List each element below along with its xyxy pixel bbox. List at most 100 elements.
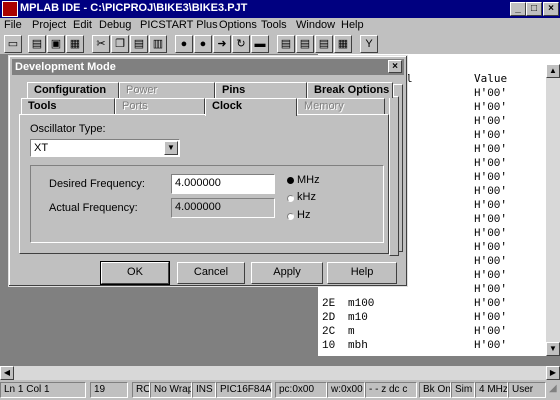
watch-row[interactable]: 2C m H'00' (318, 326, 546, 340)
watch-value: H'00' (474, 228, 508, 240)
watch-row[interactable]: 2E m100 H'00' (318, 298, 546, 312)
status-device: PIC16F84A (216, 382, 272, 398)
radio-hz-icon[interactable] (287, 213, 294, 220)
save-icon[interactable]: ▣ (47, 35, 65, 53)
window-title: MPLAB IDE - C:\PICPROJ\BIKE3\BIKE3.PJT (20, 2, 248, 14)
cut-icon[interactable]: ✂ (92, 35, 110, 53)
minimize-button[interactable]: _ (510, 2, 526, 16)
menu-help[interactable]: Help (341, 19, 364, 31)
save-all-icon[interactable]: ▦ (66, 35, 84, 53)
watch-value: H'00' (474, 186, 508, 198)
status-pc: pc:0x00 (275, 382, 327, 398)
tab-power[interactable]: Power (119, 82, 215, 98)
status-count: 19 (90, 382, 128, 398)
status-sim: Sim (451, 382, 475, 398)
oscillator-type-label: Oscillator Type: (30, 123, 106, 135)
watch-value: H'00' (474, 284, 508, 296)
menu-debug[interactable]: Debug (99, 19, 131, 31)
watch-value: H'00' (474, 256, 508, 268)
oscillator-type-value: XT (34, 142, 49, 154)
ok-button[interactable]: OK (100, 261, 170, 285)
status-wrap: No Wrap (150, 382, 192, 398)
desired-frequency-input[interactable]: 4.000000 (171, 174, 275, 194)
menu-file[interactable]: File (4, 19, 22, 31)
print-icon[interactable]: ▥ (149, 35, 167, 53)
status-readonly: RO (132, 382, 150, 398)
reset-icon[interactable]: ↻ (232, 35, 250, 53)
watch-row[interactable]: 2D m10 H'00' (318, 312, 546, 326)
watch-value: H'00' (474, 158, 508, 170)
copy-icon[interactable]: ❐ (111, 35, 129, 53)
open-file-icon[interactable]: ▤ (28, 35, 46, 53)
watch-value: H'00' (474, 200, 508, 212)
run-icon[interactable]: ● (175, 35, 193, 53)
watch-header-value: Value (474, 72, 508, 85)
radio-mhz-selected-icon[interactable] (287, 177, 294, 184)
watch-value: H'00' (474, 270, 508, 282)
watch-c-icon[interactable]: ▤ (315, 35, 333, 53)
unit-mhz-label[interactable]: MHz (297, 174, 320, 186)
filter-icon[interactable]: Y (360, 35, 378, 53)
horizontal-scrollbar[interactable]: ◀ ▶ (0, 366, 560, 380)
clock-tab-panel: Oscillator Type: XT ▼ Desired Frequency:… (19, 114, 389, 254)
stop-icon[interactable]: ● (194, 35, 212, 53)
watch-symbol: m10 (348, 312, 368, 324)
status-flags: - - z dc c (365, 382, 417, 398)
programmer-icon[interactable]: ▬ (251, 35, 269, 53)
unit-hz-label[interactable]: Hz (297, 209, 310, 221)
chevron-down-icon[interactable]: ▼ (164, 141, 178, 155)
watch-value: H'00' (474, 88, 508, 100)
menu-picstart[interactable]: PICSTART Plus (140, 19, 218, 31)
desired-frequency-label: Desired Frequency: (49, 178, 145, 190)
watch-address: 2E (322, 298, 336, 310)
resize-grip-icon[interactable]: ◢ (546, 382, 560, 398)
watch-address: 10 (322, 340, 336, 352)
watch-b-icon[interactable]: ▤ (296, 35, 314, 53)
tab-memory[interactable]: Memory (297, 98, 385, 114)
menu-options[interactable]: Options (219, 19, 257, 31)
scroll-down-icon[interactable]: ▼ (546, 342, 560, 356)
vertical-scrollbar[interactable]: ▲ ▼ (546, 64, 560, 356)
scroll-up-icon[interactable]: ▲ (546, 64, 560, 78)
status-position: Ln 1 Col 1 (0, 382, 86, 398)
watch-row[interactable]: 10 mbh H'00' (318, 340, 546, 354)
watch-value: H'00' (474, 214, 508, 226)
watch-value: H'00' (474, 242, 508, 254)
paste-icon[interactable]: ▤ (130, 35, 148, 53)
scroll-right-icon[interactable]: ▶ (546, 366, 560, 380)
unit-khz-label[interactable]: kHz (297, 191, 316, 203)
chart-icon[interactable]: ▦ (334, 35, 352, 53)
watch-value: H'00' (474, 130, 508, 142)
step-icon[interactable]: ➜ (213, 35, 231, 53)
cancel-button[interactable]: Cancel (177, 262, 245, 284)
tab-ports[interactable]: Ports (115, 98, 205, 114)
menu-window[interactable]: Window (296, 19, 335, 31)
tab-break-options[interactable]: Break Options (307, 82, 393, 98)
watch-value: H'00' (474, 298, 508, 310)
close-button[interactable]: × (543, 2, 559, 16)
radio-khz-icon[interactable] (287, 195, 294, 202)
actual-frequency-label: Actual Frequency: (49, 202, 138, 214)
apply-button[interactable]: Apply (251, 262, 323, 284)
menu-tools[interactable]: Tools (261, 19, 287, 31)
open-folder-icon[interactable]: ▭ (4, 35, 22, 53)
dialog-title-bar: Development Mode × (12, 59, 404, 75)
watch-a-icon[interactable]: ▤ (277, 35, 295, 53)
title-bar: MPLAB IDE - C:\PICPROJ\BIKE3\BIKE3.PJT _… (0, 0, 560, 18)
watch-value: H'00' (474, 340, 508, 352)
watch-address: 2C (322, 326, 336, 338)
maximize-button[interactable]: □ (526, 2, 542, 16)
tab-pins[interactable]: Pins (215, 82, 307, 98)
watch-symbol: m100 (348, 298, 375, 310)
tab-clock[interactable]: Clock (205, 98, 297, 116)
dialog-close-icon[interactable]: × (388, 60, 402, 73)
watch-symbol: m (348, 326, 355, 338)
help-button[interactable]: Help (327, 262, 397, 284)
menu-edit[interactable]: Edit (73, 19, 92, 31)
app-icon[interactable] (2, 1, 18, 17)
tab-tools[interactable]: Tools (21, 98, 115, 114)
menu-project[interactable]: Project (32, 19, 66, 31)
tab-configuration[interactable]: Configuration (27, 82, 119, 98)
scroll-left-icon[interactable]: ◀ (0, 366, 14, 380)
oscillator-type-select[interactable]: XT ▼ (30, 139, 180, 157)
